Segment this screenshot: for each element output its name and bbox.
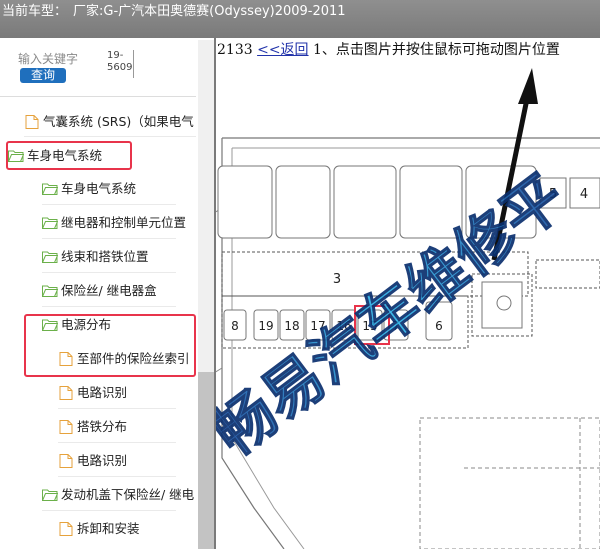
fuse-label: 18 [284, 319, 299, 333]
tree-item-removal[interactable]: 拆卸和安装 [58, 517, 198, 541]
tree-item-label: 拆卸和安装 [77, 521, 140, 536]
divider [24, 136, 196, 137]
code-line-1: 19- [107, 50, 124, 61]
divider [42, 510, 176, 511]
back-link[interactable]: <<返回 [257, 42, 308, 58]
folder-open-icon [42, 489, 58, 501]
tree-item-label: 车身电气系统 [61, 181, 137, 196]
divider [42, 204, 176, 205]
tree-item-label: 发动机盖下保险丝/ 继电 [61, 487, 195, 502]
folder-open-icon [42, 285, 58, 297]
divider [0, 96, 196, 97]
tree-item-label: 电路识别 [77, 453, 128, 468]
tree-item-ground-distribution[interactable]: 搭铁分布 [58, 415, 198, 439]
title-bar: 当前车型： 厂家:G-广汽本田奥德赛(Odyssey)2009-2011 [0, 0, 600, 38]
instruction-text: 1、点击图片并按住鼠标可拖动图片位置 [313, 42, 560, 58]
search-input[interactable] [18, 50, 110, 68]
document-icon [59, 454, 73, 468]
label-4: 4 [580, 187, 588, 202]
region-right [535, 259, 600, 289]
code-display: 19- 5609 [107, 50, 134, 78]
tree-item-circuit-id-2[interactable]: 电路识别 [58, 449, 198, 473]
tree-item-label: 电路识别 [77, 385, 128, 400]
tree-item-underhood-fuse[interactable]: 发动机盖下保险丝/ 继电 [42, 483, 198, 507]
page-number: 2133 [217, 42, 253, 58]
tree-item-label: 气囊系统 (SRS)（如果电气 [43, 114, 194, 129]
tree-item-fuse-box[interactable]: 保险丝/ 继电器盒 [42, 279, 198, 303]
document-icon [59, 386, 73, 400]
folder-open-icon [42, 251, 58, 263]
vehicle-model: 厂家:G-广汽本田奥德赛(Odyssey)2009-2011 [73, 4, 346, 19]
divider [58, 408, 176, 409]
scrollbar-thumb[interactable] [198, 372, 214, 549]
relay-block [217, 165, 273, 239]
tree-item-body-electrical-sub[interactable]: 车身电气系统 [42, 177, 198, 201]
sidebar: 查询 19- 5609 气囊系统 (SRS)（如果电气 车身电气系统 车身电气系… [0, 38, 200, 549]
divider [58, 476, 176, 477]
highlight-frame [24, 314, 196, 377]
tree-item-label: 继电器和控制单元位置 [61, 215, 187, 230]
tree-item-circuit-id[interactable]: 电路识别 [58, 381, 198, 405]
document-icon [59, 522, 73, 536]
search-area: 查询 19- 5609 [0, 38, 200, 90]
folder-open-icon [42, 217, 58, 229]
sidebar-scrollbar[interactable] [198, 40, 214, 549]
tree-item-label: 线束和搭铁位置 [61, 249, 149, 264]
label-3: 3 [333, 272, 341, 287]
search-button[interactable]: 查询 [20, 68, 66, 83]
pointer-arrow-head [518, 68, 538, 104]
tree-item-relays[interactable]: 继电器和控制单元位置 [42, 211, 198, 235]
divider [42, 306, 176, 307]
highlight-frame [6, 141, 132, 170]
tree-item-label: 保险丝/ 继电器盒 [61, 283, 157, 298]
content-border [214, 38, 216, 549]
folder-open-icon [42, 183, 58, 195]
divider [58, 442, 176, 443]
fuse-label: 8 [231, 319, 239, 333]
document-icon [25, 115, 39, 129]
relay-block [275, 165, 331, 239]
fuse-box-diagram[interactable]: 5 4 3 8 19 18 17 16 15 7 6 畅易汽车维修平 [214, 38, 600, 549]
tree-item-srs[interactable]: 气囊系统 (SRS)（如果电气 [24, 110, 198, 134]
divider [42, 238, 176, 239]
code-line-2: 5609 [107, 62, 133, 73]
info-line: 2133 <<返回 1、点击图片并按住鼠标可拖动图片位置 [217, 40, 560, 60]
divider [42, 272, 176, 273]
content-pane: 5 4 3 8 19 18 17 16 15 7 6 畅易汽车维修平 2133 … [214, 38, 600, 549]
relay-block [333, 165, 397, 239]
fuse-label: 19 [258, 319, 273, 333]
relay-circle [496, 295, 512, 311]
document-icon [59, 420, 73, 434]
tree-item-label: 搭铁分布 [77, 419, 128, 434]
lower-region [419, 417, 600, 549]
tree-item-harness[interactable]: 线束和搭铁位置 [42, 245, 198, 269]
title-label: 当前车型： [2, 4, 68, 19]
